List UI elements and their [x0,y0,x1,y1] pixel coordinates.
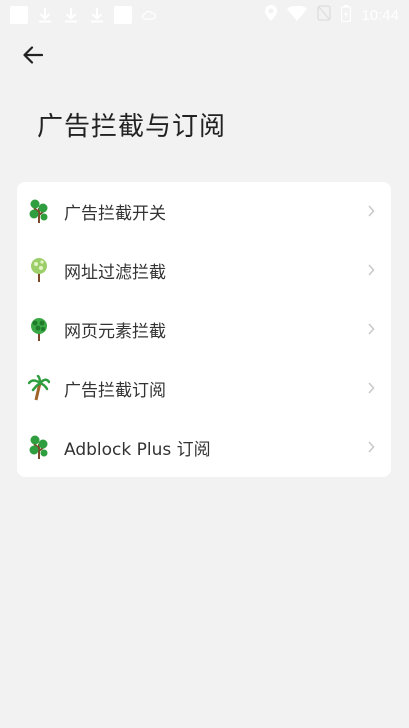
battery-icon [341,4,352,26]
tree-icon [28,434,50,460]
location-icon [265,5,278,25]
status-bar: 10:44 [0,0,409,30]
menu-item-adblock-plus-subscription[interactable]: Adblock Plus 订阅 [17,419,391,475]
menu-item-ad-block-switch[interactable]: 广告拦截开关 [17,183,391,239]
menu-item-element-filter[interactable]: 网页元素拦截 [17,301,391,357]
menu-item-label: 广告拦截订阅 [64,380,166,401]
download-icon [36,6,54,24]
status-left [10,6,158,24]
wifi-icon [287,4,308,25]
chevron-right-icon [363,380,379,396]
menu-item-ad-block-subscription[interactable]: 广告拦截订阅 [17,360,391,416]
chevron-right-icon [363,262,379,278]
chevron-right-icon [363,203,379,219]
tree-icon [28,257,50,283]
status-right: 10:44 [265,4,399,26]
status-time: 10:44 [361,6,399,24]
arrow-left-icon [23,46,43,64]
chevron-right-icon [363,321,379,337]
tree-icon [28,316,50,342]
settings-card: 广告拦截开关 网址过滤拦截 网页元素拦截 广告拦截订阅 Adblock Plus… [17,182,391,477]
square-notification-icon [114,6,132,24]
cloud-icon [140,6,158,24]
menu-item-label: Adblock Plus 订阅 [64,439,211,460]
page-title: 广告拦截与订阅 [37,112,227,142]
sim-off-icon [317,5,332,25]
menu-item-label: 广告拦截开关 [64,203,166,224]
menu-item-label: 网址过滤拦截 [64,262,166,283]
palm-tree-icon [28,375,50,401]
tree-icon [28,198,50,224]
menu-item-label: 网页元素拦截 [64,321,166,342]
square-notification-icon [10,6,28,24]
menu-item-url-filter[interactable]: 网址过滤拦截 [17,242,391,298]
chevron-right-icon [363,439,379,455]
back-button[interactable] [18,40,48,70]
download-icon [88,6,106,24]
download-icon [62,6,80,24]
